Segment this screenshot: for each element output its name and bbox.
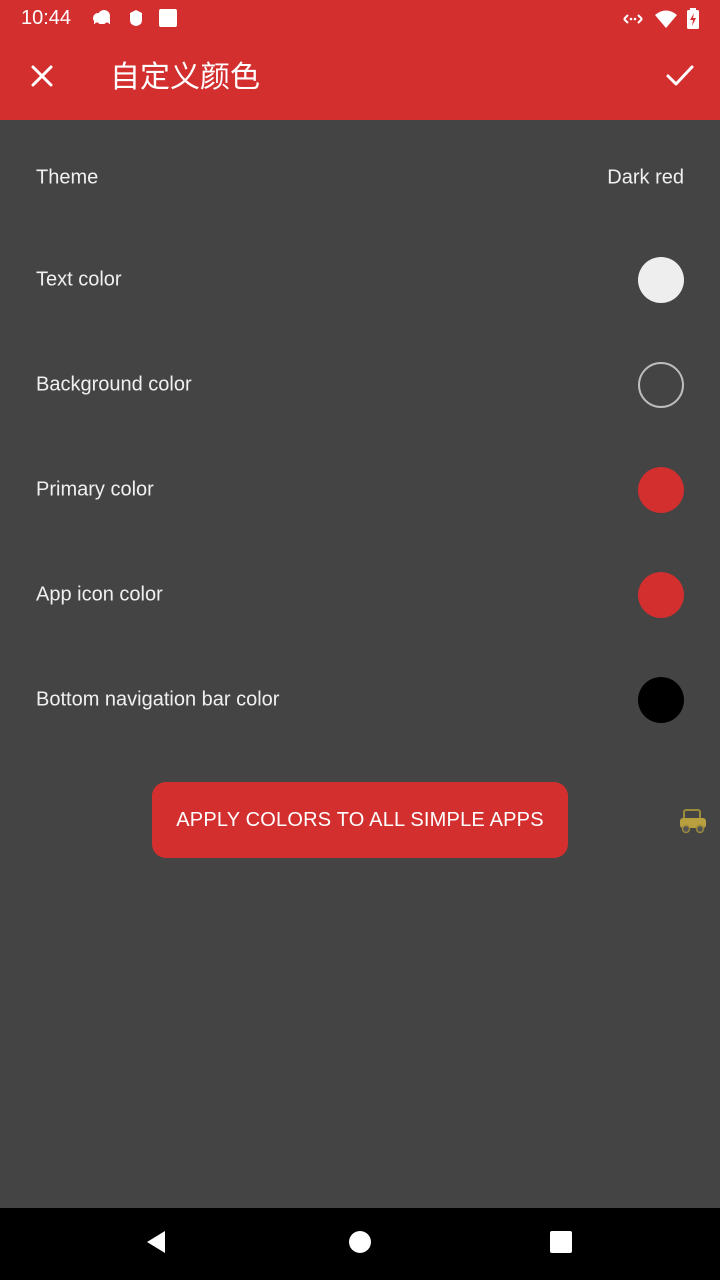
app-icon-color-swatch[interactable] xyxy=(638,571,684,618)
page-title: 自定义颜色 xyxy=(110,60,260,95)
close-icon xyxy=(30,64,54,92)
text-color-label: Text color xyxy=(36,268,122,290)
shield-icon xyxy=(128,8,144,32)
primary-color-row[interactable]: Primary color xyxy=(0,437,720,542)
background-color-label: Background color xyxy=(36,373,192,395)
back-triangle-icon xyxy=(144,1229,168,1259)
wifi-icon xyxy=(654,9,678,33)
cast-icon xyxy=(620,9,646,33)
text-color-swatch[interactable] xyxy=(638,256,684,303)
back-button[interactable] xyxy=(138,1226,174,1262)
app-bar: 自定义颜色 xyxy=(0,36,720,120)
home-button[interactable] xyxy=(342,1226,378,1262)
app-icon-color-row[interactable]: App icon color xyxy=(0,542,720,647)
apply-colors-button[interactable]: APPLY COLORS TO ALL SIMPLE APPS xyxy=(152,782,568,858)
home-circle-icon xyxy=(348,1230,372,1258)
status-right-icons xyxy=(620,8,700,34)
system-nav-bar xyxy=(0,1208,720,1280)
square-icon xyxy=(158,8,178,32)
bottom-nav-color-swatch[interactable] xyxy=(638,676,684,723)
close-button[interactable] xyxy=(20,56,64,100)
status-bar: 10:44 xyxy=(0,0,720,36)
bottom-nav-color-label: Bottom navigation bar color xyxy=(36,688,280,710)
check-icon xyxy=(665,64,695,92)
status-time: 10:44 xyxy=(21,7,72,29)
confirm-button[interactable] xyxy=(658,56,702,100)
theme-value: Dark red xyxy=(607,166,684,188)
cloud-icon xyxy=(90,8,114,32)
background-color-row[interactable]: Background color xyxy=(0,332,720,437)
primary-color-label: Primary color xyxy=(36,478,154,500)
battery-icon xyxy=(686,8,700,34)
bottom-nav-color-row[interactable]: Bottom navigation bar color xyxy=(0,647,720,752)
primary-color-swatch[interactable] xyxy=(638,466,684,513)
recents-button[interactable] xyxy=(543,1226,579,1262)
theme-label: Theme xyxy=(36,166,99,188)
theme-row[interactable]: Theme Dark red xyxy=(0,125,720,230)
status-left-icons xyxy=(90,8,178,32)
recents-square-icon xyxy=(549,1230,573,1258)
car-icon[interactable] xyxy=(676,806,710,836)
text-color-row[interactable]: Text color xyxy=(0,227,720,332)
background-color-swatch[interactable] xyxy=(638,361,684,408)
app-icon-color-label: App icon color xyxy=(36,583,163,605)
